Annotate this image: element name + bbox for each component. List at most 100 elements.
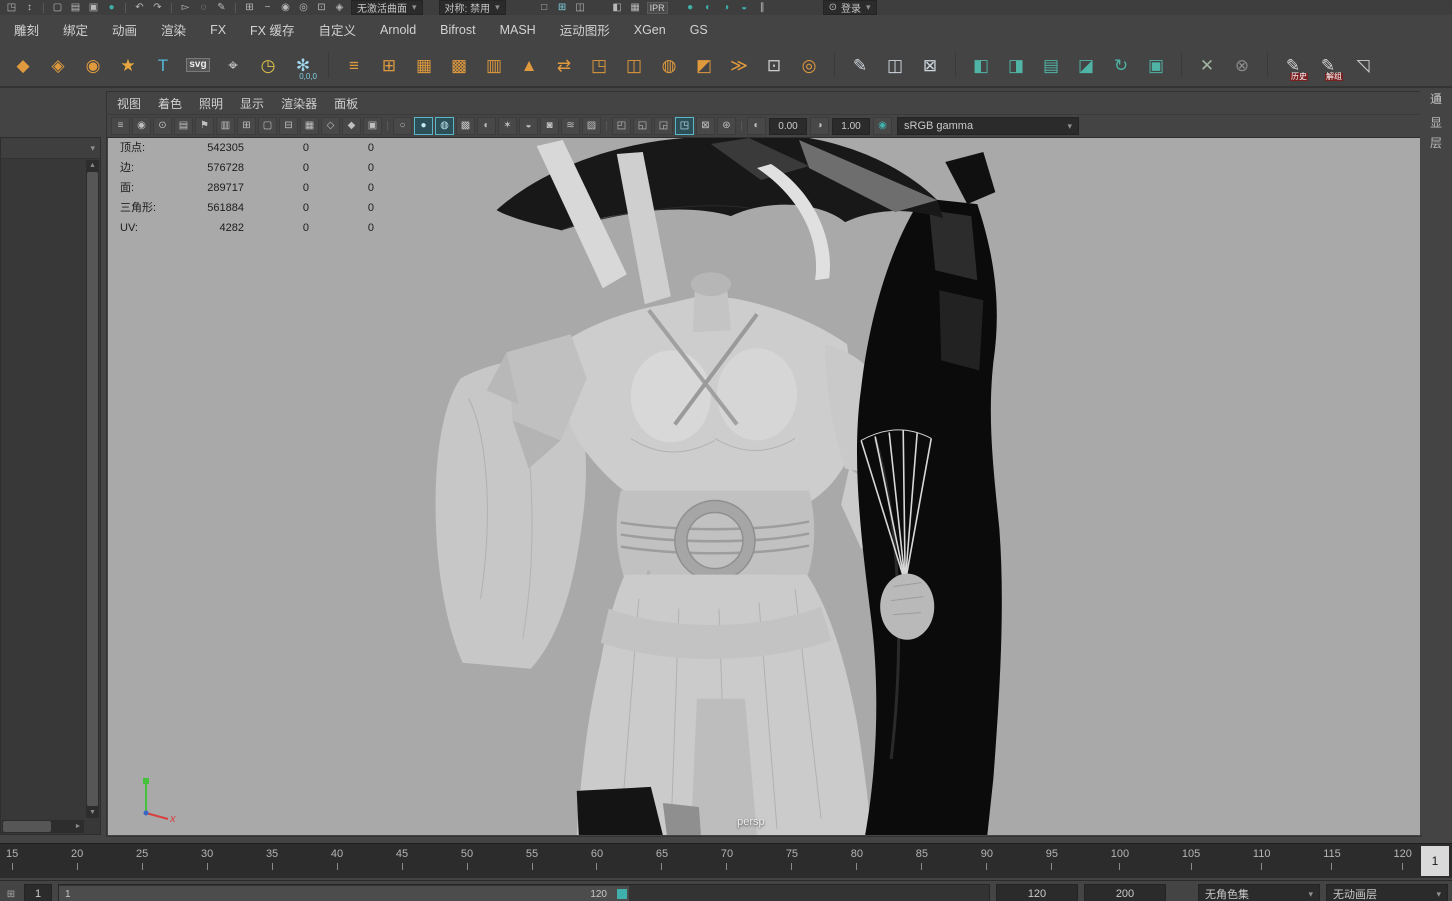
exposure-icon[interactable]: ◐ <box>747 117 766 135</box>
outliner-vscrollbar[interactable]: ▲ ▼ <box>86 160 99 818</box>
edit-history-icon[interactable]: ✎历史 <box>1277 48 1309 82</box>
anti-alias-icon[interactable]: ▨ <box>582 117 601 135</box>
snap-to-origin-icon[interactable]: ✻0,0,0 <box>287 48 319 82</box>
film-gate-icon[interactable]: ▢ <box>258 117 277 135</box>
measure-tool-icon[interactable]: ⌖ <box>217 48 249 82</box>
wireframe-on-shaded-icon[interactable]: ◲ <box>654 117 673 135</box>
camera-attributes-icon[interactable]: ▤ <box>174 117 193 135</box>
extrude-tool-icon[interactable]: ◳ <box>583 48 615 82</box>
timeline-tick[interactable]: 50 <box>461 848 473 878</box>
timeline-tick[interactable]: 115 <box>1323 848 1341 878</box>
four-pane-layout-icon[interactable]: ⊞ <box>556 1 569 14</box>
menu-item[interactable]: XGen <box>634 23 666 37</box>
timeline-tick[interactable]: 100 <box>1111 848 1129 878</box>
timeline-tick[interactable]: 110 <box>1253 848 1271 878</box>
active-surface-dropdown[interactable]: 无激活曲面▾ <box>351 0 423 15</box>
wireframe-icon[interactable]: ○ <box>393 117 412 135</box>
saved-layouts-icon[interactable]: ◫ <box>574 1 587 14</box>
grease-pencil-icon[interactable]: ⊠ <box>696 117 715 135</box>
timeline-ticks[interactable]: 1520253035404550556065707580859095100105… <box>0 844 1418 878</box>
panel-menu-item[interactable]: 照明 <box>199 95 223 112</box>
menu-item[interactable]: FX 缓存 <box>250 20 294 39</box>
timeline-tick[interactable]: 30 <box>201 848 213 878</box>
sphere-project-icon[interactable]: ◎ <box>793 48 825 82</box>
poly-cubes-icon[interactable]: ▥ <box>478 48 510 82</box>
timeline-tick[interactable]: 80 <box>851 848 863 878</box>
hierarchy-select-icon[interactable]: ↕ <box>23 1 36 14</box>
hscroll-right-arrow[interactable]: ► <box>72 820 84 833</box>
snap-point-icon[interactable]: ◉ <box>279 1 292 14</box>
select-tool-icon[interactable]: ▻ <box>179 1 192 14</box>
insert-edge-loop-icon[interactable]: ◫ <box>879 48 911 82</box>
gamma-field[interactable]: 1.00 <box>832 118 870 135</box>
current-frame-field[interactable]: 1 <box>1421 846 1449 876</box>
delete-node-icon[interactable]: ⊗ <box>1226 48 1258 82</box>
timeline-tick[interactable]: 25 <box>136 848 148 878</box>
outliner-hscrollbar[interactable]: ► <box>2 820 84 833</box>
all-lights-icon[interactable]: ✶ <box>498 117 517 135</box>
timeline-tick[interactable]: 65 <box>656 848 668 878</box>
lasso-select-icon[interactable]: ◌ <box>197 1 210 14</box>
poly-cube-array-icon[interactable]: ⊞ <box>373 48 405 82</box>
render-view-icon[interactable]: ▦ <box>629 1 642 14</box>
timeline-tick[interactable]: 55 <box>526 848 538 878</box>
range-slider-track[interactable]: 1 120 <box>58 884 990 901</box>
exposure-field[interactable]: 0.00 <box>769 118 807 135</box>
panel-menu-item[interactable]: 面板 <box>334 95 358 112</box>
paint-select-icon[interactable]: ✎ <box>215 1 228 14</box>
menu-item[interactable]: 渲染 <box>161 20 186 39</box>
ipr-render-icon[interactable]: ◐ <box>702 1 715 14</box>
menu-item[interactable]: 绑定 <box>63 20 88 39</box>
timeline-tick[interactable]: 45 <box>396 848 408 878</box>
type-tool-icon[interactable]: T <box>147 48 179 82</box>
poly-diamond-icon[interactable]: ◆ <box>7 48 39 82</box>
shade-wireframe-icon[interactable]: ◍ <box>435 117 454 135</box>
platonic-solid-icon[interactable]: ◉ <box>77 48 109 82</box>
timeline-tick[interactable]: 15 <box>6 848 18 878</box>
ungroup-edit-icon[interactable]: ✎解组 <box>1312 48 1344 82</box>
panel-menu-item[interactable]: 渲染器 <box>281 95 317 112</box>
safe-title-icon[interactable]: ▣ <box>363 117 382 135</box>
outliner-collapse-caret[interactable]: ▾ <box>90 143 95 154</box>
render-settings-icon[interactable]: ◑ <box>720 1 733 14</box>
motion-blur-icon[interactable]: ≋ <box>561 117 580 135</box>
safe-action-icon[interactable]: ◆ <box>342 117 361 135</box>
snap-grid-icon[interactable]: ⊞ <box>243 1 256 14</box>
menu-item[interactable]: FX <box>210 23 226 37</box>
new-scene-icon[interactable]: ▢ <box>51 1 64 14</box>
boolean-tool-icon[interactable]: ▲ <box>513 48 545 82</box>
hscroll-thumb[interactable] <box>3 821 51 832</box>
range-slider-thumb[interactable]: 1 120 <box>59 886 629 901</box>
smooth-shade-icon[interactable]: ● <box>414 117 433 135</box>
selection-mask-icon[interactable]: ◳ <box>5 1 18 14</box>
sphere-wire-icon[interactable]: ◍ <box>653 48 685 82</box>
quad-draw-icon[interactable]: ⊠ <box>914 48 946 82</box>
nurbs-wedge-icon[interactable]: ◪ <box>1070 48 1102 82</box>
sign-in-dropdown[interactable]: ⊙登录▾ <box>823 0 877 15</box>
bookmark-icon[interactable]: ⚑ <box>195 117 214 135</box>
single-pane-layout-icon[interactable]: □ <box>538 1 551 14</box>
resolution-gate-icon[interactable]: ⊟ <box>279 117 298 135</box>
textured-icon[interactable]: ▩ <box>456 117 475 135</box>
range-handle[interactable] <box>617 889 627 899</box>
time-editor-icon[interactable]: ◷ <box>252 48 284 82</box>
mirror-tool-icon[interactable]: ⇄ <box>548 48 580 82</box>
gamma-icon[interactable]: ◑ <box>810 117 829 135</box>
ipr-button[interactable]: IPR <box>647 2 668 14</box>
anim-layer-dropdown[interactable]: 无动画层 ▾ <box>1326 884 1448 901</box>
viewport-3d[interactable]: 顶点:54230500边:57672800面:28971700三角形:56188… <box>108 138 1420 835</box>
timeline-tick[interactable]: 20 <box>71 848 83 878</box>
time-slider[interactable]: 1520253035404550556065707580859095100105… <box>0 843 1452 878</box>
snap-curve-icon[interactable]: ~ <box>261 1 274 14</box>
animation-end-field[interactable]: 200 <box>1084 884 1166 901</box>
combine-mesh-icon[interactable]: ≡ <box>338 48 370 82</box>
menu-item[interactable]: 动画 <box>112 20 137 39</box>
snap-center-icon[interactable]: ◎ <box>297 1 310 14</box>
render-frame-icon[interactable]: ● <box>684 1 697 14</box>
timeline-tick[interactable]: 105 <box>1182 848 1200 878</box>
playback-end-field[interactable]: 120 <box>996 884 1078 901</box>
symmetry-dropdown[interactable]: 对称: 禁用▾ <box>439 0 506 15</box>
menu-item[interactable]: 自定义 <box>319 20 357 39</box>
chevron-tool-icon[interactable]: ≫ <box>723 48 755 82</box>
plugin-shading-icon[interactable]: ◳ <box>675 117 694 135</box>
